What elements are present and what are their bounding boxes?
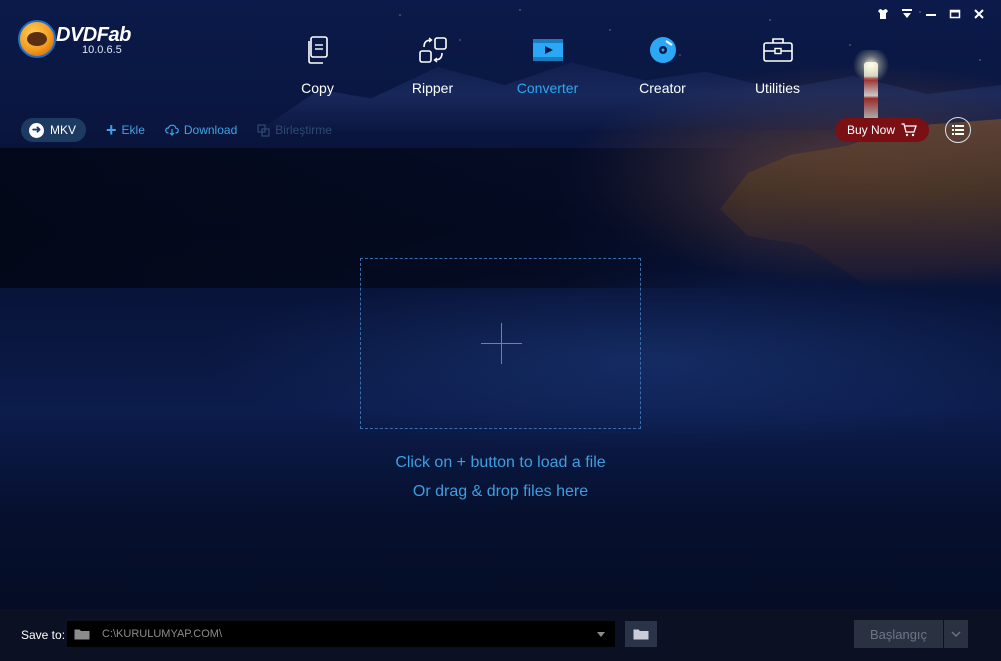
add-button[interactable]: + Ekle bbox=[106, 120, 145, 140]
cloud-download-icon bbox=[165, 124, 179, 136]
save-path-input[interactable] bbox=[100, 627, 584, 641]
tab-copy[interactable]: Copy bbox=[260, 30, 375, 96]
start-options-button[interactable] bbox=[944, 620, 968, 648]
tab-creator[interactable]: Creator bbox=[605, 30, 720, 96]
menu-button[interactable] bbox=[945, 117, 971, 143]
add-file-plus-icon-vertical bbox=[501, 323, 502, 364]
main-nav: Copy Ripper Converter Creator Utilities bbox=[260, 30, 835, 96]
tab-label: Ripper bbox=[411, 80, 454, 96]
tab-label: Copy bbox=[301, 80, 334, 96]
add-label: Ekle bbox=[121, 123, 145, 137]
browse-folder-button[interactable] bbox=[625, 621, 657, 647]
list-menu-icon bbox=[952, 125, 964, 135]
merge-label: Birleştirme bbox=[275, 123, 332, 137]
save-path-dropdown-icon[interactable] bbox=[597, 632, 605, 637]
tab-converter[interactable]: Converter bbox=[490, 30, 605, 96]
chevron-down-icon bbox=[951, 631, 961, 637]
save-to-label: Save to: bbox=[21, 628, 66, 642]
merge-button[interactable]: Birleştirme bbox=[257, 123, 332, 137]
close-icon[interactable] bbox=[971, 8, 987, 24]
tab-label: Utilities bbox=[754, 80, 801, 96]
arrow-right-icon: ➜ bbox=[29, 122, 44, 138]
buy-now-button[interactable]: Buy Now bbox=[835, 118, 929, 142]
download-button[interactable]: Download bbox=[165, 123, 237, 137]
profile-label: MKV bbox=[50, 123, 77, 137]
plus-icon: + bbox=[106, 120, 117, 140]
merge-icon bbox=[257, 123, 270, 137]
tab-label: Converter bbox=[516, 80, 579, 96]
profile-button[interactable]: ➜ MKV bbox=[21, 118, 87, 142]
window-controls bbox=[875, 8, 987, 24]
cart-icon bbox=[901, 123, 917, 137]
tab-utilities[interactable]: Utilities bbox=[720, 30, 835, 96]
creator-icon bbox=[605, 30, 720, 70]
bottom-bar: Save to: Başlangıç bbox=[0, 609, 1001, 661]
tab-label: Creator bbox=[639, 80, 686, 96]
copy-icon bbox=[260, 30, 375, 70]
tab-ripper[interactable]: Ripper bbox=[375, 30, 490, 96]
shirt-icon[interactable] bbox=[875, 8, 891, 24]
utilities-icon bbox=[720, 30, 835, 70]
drop-hint-line1: Click on + button to load a file bbox=[395, 454, 606, 471]
maximize-icon[interactable] bbox=[947, 8, 963, 24]
drop-hint-line2: Or drag & drop files here bbox=[412, 483, 589, 500]
ripper-icon bbox=[375, 30, 490, 70]
folder-open-icon bbox=[633, 629, 649, 640]
file-drop-zone[interactable] bbox=[360, 258, 641, 429]
app-version: 10.0.6.5 bbox=[82, 44, 122, 56]
start-button[interactable]: Başlangıç bbox=[854, 620, 943, 648]
save-path-field[interactable] bbox=[67, 621, 615, 647]
minimize-icon[interactable] bbox=[923, 8, 939, 24]
dropdown-icon[interactable] bbox=[899, 8, 915, 24]
download-label: Download bbox=[183, 123, 238, 137]
buy-now-label: Buy Now bbox=[846, 123, 896, 137]
folder-icon bbox=[74, 629, 90, 640]
lighthouse-image bbox=[850, 50, 892, 118]
converter-icon bbox=[490, 30, 605, 70]
toolbar: ➜ MKV + Ekle Download Birleştirme bbox=[21, 118, 332, 142]
monkey-logo-icon bbox=[18, 20, 56, 58]
